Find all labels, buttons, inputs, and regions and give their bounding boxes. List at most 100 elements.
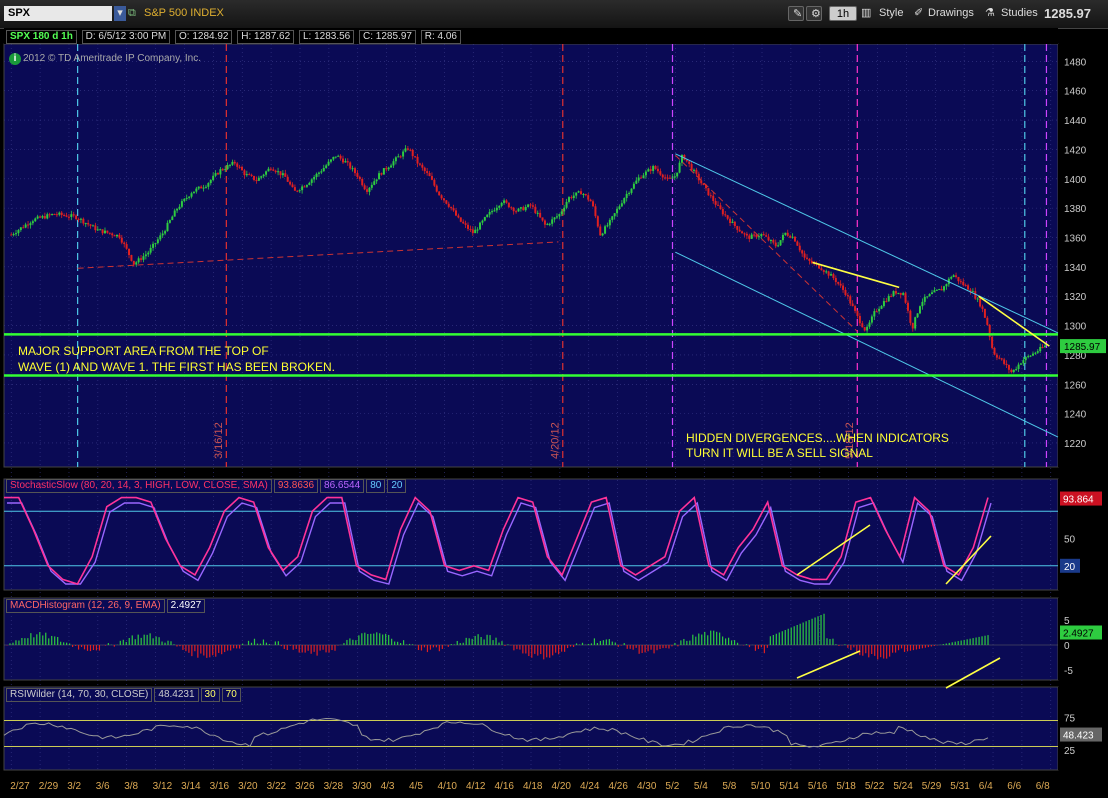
style-button[interactable]: Style [879,6,903,21]
info-icon[interactable]: i [9,53,21,65]
candle-body [897,292,900,294]
candle-body [1029,355,1032,357]
candle-body [245,174,248,176]
candle-body [858,315,861,324]
candle-body [440,195,443,199]
candle-body [277,171,280,173]
timeframe-button[interactable]: 1h [829,6,857,21]
chart-area[interactable]: 1220124012601280130013201340136013801400… [0,28,1108,798]
candle-body [75,215,78,220]
candle-body [493,210,496,212]
candle-body [584,194,587,196]
candle-body [149,247,152,253]
candle-body [36,216,39,219]
candle-body [512,207,515,212]
candle-body [137,258,140,263]
candle-body [459,217,462,222]
candle-body [349,162,352,169]
candle-body [580,191,583,195]
candle-body [820,268,823,271]
tools-icon[interactable]: ✎ [788,6,804,21]
wrench-icon[interactable]: ⚙ [806,6,822,21]
candle-body [291,184,294,188]
candle-body [955,275,958,277]
candle-body [469,228,472,230]
candle-body [55,214,58,216]
studies-icon[interactable]: ⚗ [985,6,995,21]
candle-body [923,296,926,302]
candle-body [837,282,840,284]
candle-body [979,298,982,307]
candle-body [159,235,162,240]
candle-body [861,323,864,328]
drawings-icon[interactable]: ✐ [914,6,923,21]
candle-body [745,233,748,236]
stoch-tick-label: 50 [1064,535,1076,546]
rsi-value-badge-text: 48.423 [1063,731,1094,742]
candle-body [281,173,284,176]
candle-body [344,161,347,163]
candle-body [714,201,717,205]
candle-body [940,289,943,291]
candle-body [632,183,635,189]
candle-body [274,170,277,173]
candle-body [628,192,631,194]
candle-body [846,295,849,297]
x-tick-label: 5/4 [694,781,708,792]
candle-body [671,177,674,179]
x-tick-label: 6/4 [979,781,993,792]
candle-body [767,236,770,241]
candle-body [152,243,155,248]
x-tick-label: 3/12 [153,781,173,792]
candle-body [654,166,657,169]
candle-body [832,274,835,279]
x-tick-label: 5/18 [836,781,856,792]
candle-body [48,214,51,216]
candle-body [354,168,357,174]
candle-body [736,226,739,230]
candle-body [202,187,205,189]
x-tick-label: 4/20 [551,781,571,792]
panel-stoch [3,478,1059,591]
symbol-input[interactable]: SPX [4,6,112,21]
candle-body [433,179,436,186]
candle-body [772,240,775,243]
candle-body [870,316,873,323]
price-tick-label: 1460 [1064,87,1087,98]
macd-value-badge-text: 2.4927 [1063,629,1094,640]
candle-body [265,171,268,175]
price-tick-label: 1360 [1064,233,1087,244]
macd-tick-label: -5 [1064,666,1073,677]
candle-body [63,214,66,216]
style-icon[interactable]: ▥ [861,6,871,21]
candle-body [185,197,188,199]
chevron-down-icon[interactable]: ▾ [114,6,126,21]
candle-body [952,275,955,277]
candle-body [111,233,114,236]
candle-body [428,173,431,177]
candle-body [255,180,258,182]
vertical-date-label: 4/20/12 [549,422,561,459]
candle-body [592,201,595,207]
candle-body [253,175,256,181]
candle-body [221,169,224,171]
price-header: SPX 180 d 1h D: 6/5/12 3:00 PM O: 1284.9… [6,30,463,44]
candle-body [909,310,912,323]
stochastic-d-value: 86.6544 [320,479,365,493]
candle-body [981,306,984,309]
candle-body [1003,359,1006,364]
studies-button[interactable]: Studies [1001,6,1038,21]
candle-body [91,225,94,227]
candle-body [1010,369,1013,373]
candle-body [452,208,455,211]
candle-body [363,185,366,190]
candle-body [536,212,539,214]
candle-body [65,215,68,217]
candle-body [784,232,787,235]
candle-body [914,317,917,329]
candle-body [423,167,426,172]
link-icon[interactable]: ⧉ [128,6,140,21]
candle-body [142,256,145,260]
candle-body [118,234,121,238]
drawings-button[interactable]: Drawings [928,6,974,21]
